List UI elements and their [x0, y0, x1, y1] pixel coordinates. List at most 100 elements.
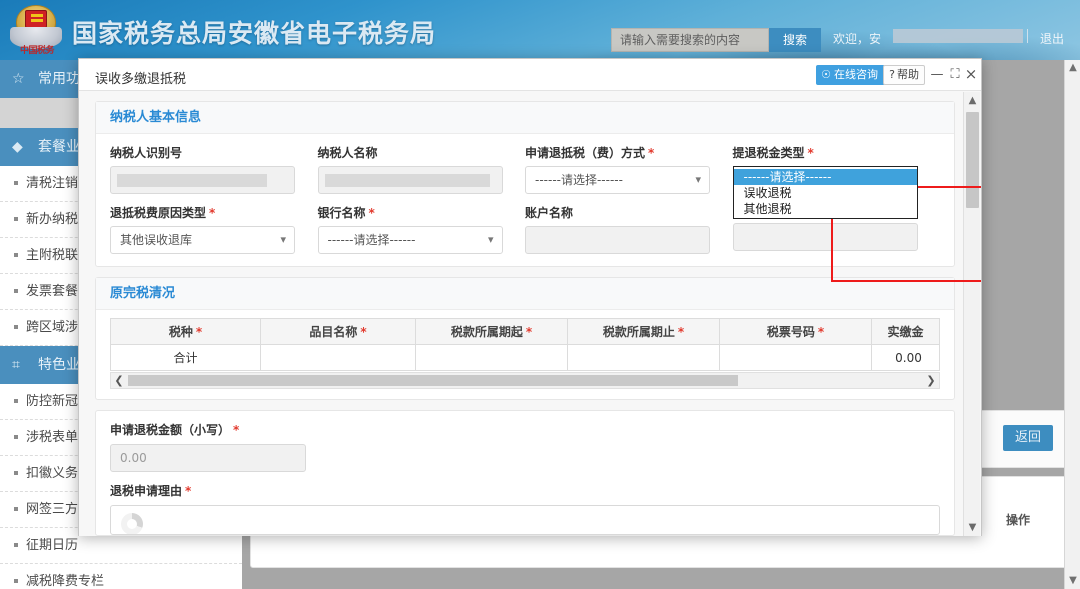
redacted-value	[324, 174, 490, 187]
search-input[interactable]: 请输入需要搜索的内容	[611, 28, 769, 52]
sidebar-item-label: 发票套餐	[26, 284, 79, 299]
taxpayer-name-input[interactable]	[317, 166, 503, 194]
chevron-right-icon[interactable]: ❯	[923, 373, 939, 388]
layers-icon: ◆	[12, 139, 23, 155]
field-label: 申请退税金额（小写） *	[110, 421, 940, 438]
required-marker: *	[195, 325, 203, 339]
dropdown-option-other-refund[interactable]: 其他退税	[734, 201, 917, 217]
search-button[interactable]: 搜索	[769, 28, 821, 52]
field-label-text: 申请退税金额（小写）	[110, 423, 231, 437]
refund-type-value-input[interactable]	[732, 223, 918, 251]
bullet-icon	[14, 288, 18, 293]
return-button[interactable]: 返回	[1003, 425, 1053, 451]
chevron-down-icon: ▾	[487, 233, 494, 246]
refund-amount-input[interactable]: 0.00	[110, 444, 306, 472]
table-body: 合计 0.00	[110, 344, 940, 371]
help-button[interactable]: ? 帮助	[883, 65, 925, 85]
cell-item-name	[260, 344, 416, 371]
col-label: 实缴金	[887, 325, 924, 339]
field-refund-method: 申请退抵税（费）方式 * ------请选择------ ▾	[525, 144, 720, 194]
refund-reason-type-select[interactable]: 其他误收退库 ▾	[110, 226, 295, 254]
scroll-up-icon[interactable]: ▲	[1065, 60, 1080, 76]
table-row: 合计 0.00	[110, 344, 940, 371]
bullet-icon	[14, 470, 18, 475]
emblem-shield	[25, 10, 47, 28]
site-title: 国家税务总局安徽省电子税务局	[72, 19, 437, 48]
field-label-text: 申请退抵税（费）方式	[525, 146, 646, 160]
dialog-body: 纳税人基本信息 纳税人识别号 纳税人名称 申请退抵税（费）方式 * ------…	[79, 91, 981, 536]
taxpayer-info-card: 纳税人基本信息 纳税人识别号 纳税人名称 申请退抵税（费）方式 * ------…	[95, 101, 981, 282]
col-label: 税款所属期起	[450, 325, 523, 339]
field-label: 纳税人识别号	[110, 146, 183, 160]
bullet-icon	[14, 180, 18, 185]
dialog-title: 误收多缴退抵税	[95, 72, 187, 87]
scroll-down-icon[interactable]: ▼	[964, 519, 981, 536]
cell-period-end	[567, 344, 720, 371]
table-horizontal-scrollbar[interactable]: ❮ ❯	[110, 372, 940, 389]
table-header-row: 税种 * 品目名称 * 税款所属期起 * 税款所属期止 * 税票号码 * 实缴金	[110, 318, 940, 345]
bullet-icon	[14, 542, 18, 547]
app-root: 中国税务 国家税务总局安徽省电子税务局 请输入需要搜索的内容 搜索 欢迎，安 退…	[0, 0, 1080, 589]
scroll-up-icon[interactable]: ▲	[964, 92, 981, 109]
required-marker: *	[233, 423, 240, 437]
field-refund-reason: 退税申请理由 *	[96, 472, 954, 535]
field-label: 纳税人名称	[317, 146, 378, 160]
account-name-input[interactable]	[525, 226, 710, 254]
chevron-down-icon: ▾	[695, 173, 701, 186]
sidebar-item-tax-reduction[interactable]: 减税降费专栏	[0, 564, 242, 589]
field-label-text: 退抵税费原因类型	[110, 206, 207, 220]
grid-icon: ⌗	[12, 357, 20, 373]
operation-column-header: 操作	[1005, 513, 1030, 527]
online-consult-button[interactable]: ☉ 在线咨询	[816, 65, 885, 85]
minimize-icon[interactable]: —	[929, 67, 945, 83]
refund-amount-card: 申请退税金额（小写） * 0.00 退税申请理由 *	[95, 410, 955, 536]
site-header: 中国税务 国家税务总局安徽省电子税务局 请输入需要搜索的内容 搜索 欢迎，安 退…	[0, 0, 1080, 60]
col-label: 税款所属期止	[602, 325, 675, 339]
bank-name-select[interactable]: ------请选择------ ▾	[317, 226, 503, 254]
field-account-name: 账户名称	[525, 204, 720, 254]
refund-type-dropdown-list[interactable]: ------请选择------ 误收退税 其他退税	[732, 166, 918, 219]
table-head: 税种 * 品目名称 * 税款所属期起 * 税款所属期止 * 税票号码 * 实缴金	[110, 318, 940, 345]
refund-reason-type-value: 其他误收退库	[120, 233, 193, 247]
page-vertical-scrollbar[interactable]: ▲ ▼	[1064, 60, 1080, 589]
bullet-icon	[14, 324, 18, 329]
col-period-end: 税款所属期止 *	[567, 318, 720, 345]
logout-button[interactable]: 退出	[1040, 30, 1064, 47]
loading-spinner-icon	[121, 513, 143, 534]
original-tax-card: 原完税清况 税种 * 品目名称 * 税款所属期起 * 税款所属期止 * 税票号码 * 实缴…	[95, 277, 955, 400]
col-label: 税票号码	[766, 325, 815, 339]
welcome-text: 欢迎，安	[833, 32, 882, 46]
cell-paid-amount: 0.00	[871, 344, 940, 371]
form-row-1: 纳税人识别号 纳税人名称 申请退抵税（费）方式 * ------请选择-----…	[110, 144, 940, 219]
refund-reason-textarea[interactable]	[110, 505, 940, 535]
bullet-icon	[14, 434, 18, 439]
dropdown-option-please-select[interactable]: ------请选择------	[733, 169, 917, 185]
close-icon[interactable]: ×	[963, 67, 979, 83]
headset-icon: ☉	[821, 68, 831, 81]
field-refund-reason-type: 退抵税费原因类型 * 其他误收退库 ▾	[110, 204, 305, 254]
bank-name-value: ------请选择------	[327, 233, 416, 247]
dropdown-option-wrong-collection-refund[interactable]: 误收退税	[734, 185, 917, 201]
maximize-icon[interactable]: ⛶	[947, 67, 963, 83]
bullet-icon	[14, 578, 18, 583]
redacted-value	[117, 174, 267, 187]
sidebar-item-label: 减税降费专栏	[26, 574, 105, 589]
scrollbar-thumb[interactable]	[128, 375, 738, 386]
field-bank-name: 银行名称 * ------请选择------ ▾	[317, 204, 513, 254]
required-marker: *	[185, 484, 192, 498]
scroll-down-icon[interactable]: ▼	[1065, 573, 1080, 589]
bullet-icon	[14, 398, 18, 403]
required-marker: *	[807, 146, 814, 160]
field-refund-type: 提退税金类型 * ------请选择------ 误收退税 其他退税	[732, 144, 928, 219]
col-item-name: 品目名称 *	[260, 318, 416, 345]
scrollbar-thumb[interactable]	[966, 112, 979, 208]
taxpayer-id-input[interactable]	[110, 166, 295, 194]
chevron-left-icon[interactable]: ❮	[111, 373, 127, 388]
bullet-icon	[14, 216, 18, 221]
field-taxpayer-id: 纳税人识别号	[110, 144, 305, 194]
refund-method-select[interactable]: ------请选择------ ▾	[525, 166, 710, 194]
field-label-text: 退税申请理由	[110, 484, 183, 498]
col-paid-amount: 实缴金	[871, 318, 940, 345]
original-tax-title: 原完税清况	[96, 278, 954, 310]
dialog-vertical-scrollbar[interactable]: ▲ ▼	[963, 92, 980, 536]
